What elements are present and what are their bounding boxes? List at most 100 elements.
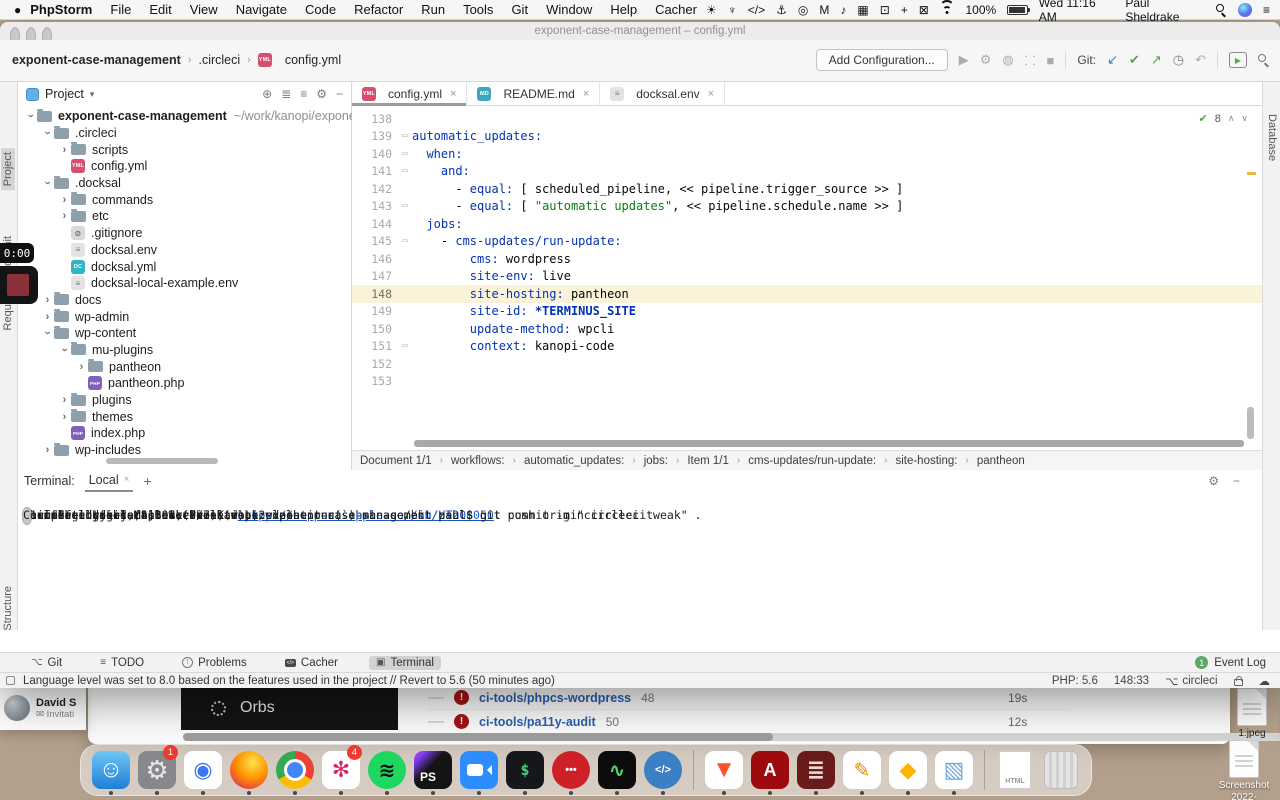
chevron-down-icon[interactable]: › — [42, 327, 54, 340]
tree-item-scripts[interactable]: › scripts — [18, 141, 351, 158]
chevron-down-icon[interactable]: ▾ — [90, 89, 95, 100]
dock-item-finder[interactable]: ☺ — [91, 747, 131, 795]
browser-hscrollbar[interactable] — [183, 733, 1280, 741]
tree-item-etc[interactable]: › etc — [18, 208, 351, 225]
tree-item-pantheon[interactable]: › pantheon — [18, 358, 351, 375]
dock-item-spotify[interactable]: ≋ — [367, 747, 407, 795]
breadcrumb-item[interactable]: exponent-case-management — [12, 53, 181, 67]
toolwindow-tab-todo[interactable]: ≡ TODO — [93, 656, 151, 670]
mimestream-icon[interactable]: M — [819, 4, 829, 16]
wifi-icon[interactable] — [939, 0, 955, 15]
control-center-icon[interactable]: ≡ — [1263, 4, 1270, 16]
stop-record-icon[interactable] — [7, 274, 29, 296]
tree-item-wp-content[interactable]: › wp-content — [18, 325, 351, 342]
stripe-item-structure[interactable]: Structure — [1, 582, 15, 635]
breadcrumb-item[interactable]: .circleci — [198, 53, 240, 67]
breadcrumb-item[interactable]: Document 1/1 — [360, 455, 432, 467]
calendar-x-icon[interactable]: ⊠ — [919, 4, 929, 16]
editor-vscrollbar-thumb[interactable] — [1247, 407, 1254, 439]
chevron-right-icon[interactable]: › — [58, 210, 71, 222]
move-tool-icon[interactable]: + — [901, 4, 908, 16]
tree-item-docksal-yml[interactable]: DC docksal.yml — [18, 258, 351, 275]
chevron-down-icon[interactable]: › — [42, 127, 54, 140]
fold-marker[interactable]: ▭ — [398, 166, 412, 176]
run-anything-icon[interactable]: ▶ — [1229, 52, 1247, 68]
caret-position[interactable]: 148:33 — [1114, 675, 1149, 687]
dock-item-pages[interactable]: ✎ — [842, 747, 882, 795]
menu-item-file[interactable]: File — [101, 2, 140, 17]
expand-all-icon[interactable]: ≣ — [281, 87, 291, 101]
tree-item--docksal[interactable]: › .docksal — [18, 175, 351, 192]
dock-item-acrobat[interactable]: A — [750, 747, 790, 795]
toolwindow-tab-cacher[interactable]: </> Cacher — [278, 656, 345, 670]
chevron-right-icon[interactable]: › — [58, 394, 71, 406]
recording-stop-widget[interactable] — [0, 266, 38, 304]
battery-icon[interactable] — [1007, 4, 1030, 15]
rollback-icon[interactable]: ↶ — [1195, 52, 1206, 68]
close-icon[interactable]: × — [708, 88, 714, 100]
new-terminal-button[interactable]: + — [143, 473, 151, 489]
git-branch-widget[interactable]: ⌥ circleci — [1165, 674, 1217, 688]
breadcrumb-item[interactable]: pantheon — [977, 455, 1025, 467]
dock-item-preview[interactable]: ▧ — [934, 747, 974, 795]
stripe-warning-mark[interactable] — [1247, 172, 1256, 175]
status-icon[interactable] — [6, 676, 15, 685]
menu-item-run[interactable]: Run — [412, 2, 454, 17]
stop-icon[interactable]: ■ — [1047, 53, 1055, 68]
breadcrumb-item[interactable]: jobs: — [644, 455, 668, 467]
tree-item-docksal-env[interactable]: ≡ docksal.env — [18, 242, 351, 259]
tree-item-docksal-local-example-env[interactable]: ≡ docksal-local-example.env — [18, 275, 351, 292]
lock-icon[interactable] — [1233, 675, 1243, 686]
breadcrumb-item[interactable]: Item 1/1 — [687, 455, 729, 467]
apple-menu-icon[interactable]: ● — [14, 3, 21, 17]
menu-item-tools[interactable]: Tools — [454, 2, 502, 17]
menu-item-git[interactable]: Git — [502, 2, 537, 17]
minimize-icon[interactable]: − — [1233, 474, 1240, 488]
adobe-cc-icon[interactable]: ◎ — [798, 4, 808, 16]
code-editor[interactable]: 138 139 ▭ automatic_updates: 140 ▭ when: 141 ▭ … — [352, 110, 1262, 390]
terminal-tab-local[interactable]: Local × — [84, 471, 134, 492]
tree-item-exponent-case-management[interactable]: › exponent-case-management ~/work/kanopi/e… — [18, 108, 363, 125]
profiler-icon[interactable]: ⸬ — [1025, 51, 1036, 69]
hide-icon[interactable]: − — [336, 87, 343, 101]
dock-item-zoom[interactable] — [459, 747, 499, 795]
chevron-right-icon[interactable]: › — [75, 361, 88, 373]
spotlight-icon[interactable] — [1215, 3, 1228, 18]
git-push-icon[interactable]: ↗ — [1151, 52, 1162, 68]
browser-window[interactable]: —! ci-tools/phpcs-wordpress 48 19s —! ci-tool… — [88, 686, 1280, 744]
docker-icon[interactable]: ⚓ — [776, 4, 787, 16]
title-bar[interactable]: exponent-case-management – config.yml — [0, 22, 1280, 45]
job-link[interactable]: ci-tools/pa11y-audit — [479, 715, 596, 729]
status-message[interactable]: Language level was set to 8.0 based on t… — [23, 675, 555, 687]
fold-marker[interactable]: ▭ — [398, 131, 412, 141]
dock-item-phpstorm[interactable]: PS — [413, 747, 453, 795]
tab-readme-md[interactable]: MD README.md × — [467, 82, 601, 105]
toolwindow-tab-git[interactable]: ⌥ Git — [24, 656, 69, 670]
stripe-item-database[interactable]: Database — [1265, 110, 1279, 165]
desktop-file-screenshot[interactable]: Screenshot 2022-01...PM.p — [1216, 740, 1272, 800]
chevron-down-icon[interactable]: › — [42, 177, 54, 190]
chevron-right-icon[interactable]: › — [58, 194, 71, 206]
chevron-right-icon[interactable]: › — [41, 294, 54, 306]
menu-item-code[interactable]: Code — [296, 2, 345, 17]
chevron-down-icon[interactable]: › — [59, 343, 71, 356]
menu-item-refactor[interactable]: Refactor — [345, 2, 412, 17]
amphetamine-icon[interactable]: ☀ — [706, 4, 717, 16]
chevron-down-icon[interactable]: › — [25, 110, 37, 123]
stripe-item-project[interactable]: Project — [1, 148, 15, 191]
tab-docksal-env[interactable]: ≡ docksal.env × — [600, 82, 726, 105]
add-configuration-button[interactable]: Add Configuration... — [815, 49, 948, 71]
dock-item-firefox[interactable] — [229, 747, 269, 795]
tree-item-config-yml[interactable]: YML config.yml — [18, 158, 351, 175]
debug-icon[interactable]: ⚙ — [980, 52, 992, 68]
dock-item-lastpass[interactable]: ••• — [551, 747, 591, 795]
dock-item-code-app[interactable]: </> — [643, 747, 683, 795]
menu-item-window[interactable]: Window — [537, 2, 601, 17]
close-icon[interactable]: × — [583, 88, 589, 100]
desktop-file-jpeg[interactable]: 1.jpeg — [1224, 688, 1280, 739]
menu-item-phpstorm[interactable]: PhpStorm — [21, 2, 101, 17]
tree-item-index-php[interactable]: PHP index.php — [18, 425, 351, 442]
breadcrumb-item[interactable]: cms-updates/run-update: — [748, 455, 876, 467]
siri-icon[interactable] — [1238, 2, 1252, 17]
tree-item--circleci[interactable]: › .circleci — [18, 125, 351, 142]
